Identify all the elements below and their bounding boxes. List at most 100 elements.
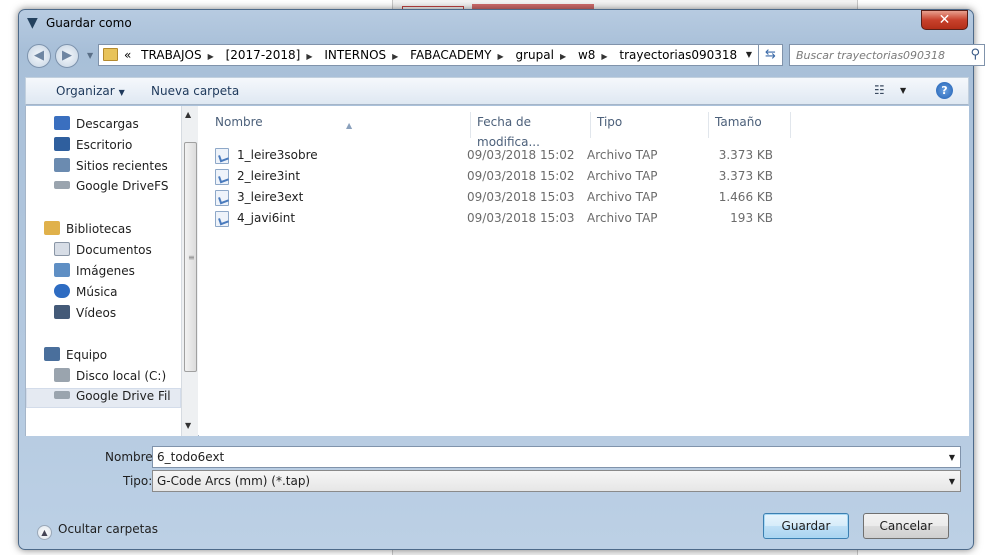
filename-input[interactable]: 6_todo6ext ▼ xyxy=(152,446,961,468)
chevron-right-icon[interactable]: ▶ xyxy=(392,52,398,61)
history-dropdown-icon[interactable]: ▼ xyxy=(87,51,93,60)
view-dropdown-icon[interactable]: ▼ xyxy=(900,86,906,95)
sidebar-item-libraries[interactable]: Bibliotecas xyxy=(44,221,131,241)
search-box: ⚲ xyxy=(789,44,985,66)
column-header-name[interactable]: Nombre ▲ xyxy=(209,112,471,138)
sidebar-item-label: Disco local (C:) xyxy=(76,369,167,383)
drive-icon xyxy=(54,181,70,189)
documents-icon xyxy=(54,242,70,256)
column-header-type[interactable]: Tipo xyxy=(591,112,709,138)
file-type: Archivo TAP xyxy=(587,148,658,162)
filetype-select[interactable]: G-Code Arcs (mm) (*.tap) ▼ xyxy=(152,470,961,492)
file-row[interactable]: 4_javi6int 09/03/2018 15:03 Archivo TAP … xyxy=(215,209,815,229)
app-icon: ▼ xyxy=(27,15,38,31)
breadcrumb-item[interactable]: FABACADEMY xyxy=(410,48,491,62)
navigation-scrollbar[interactable]: ▲ ≡ ▼ xyxy=(181,106,198,436)
organize-menu[interactable]: Organizar ▼ xyxy=(56,84,125,98)
chevron-up-icon: ▲ xyxy=(37,525,52,540)
sidebar-item-google-drive[interactable]: Google Drive Fil xyxy=(26,388,181,408)
sidebar-item-label: Música xyxy=(76,285,118,299)
navigation-pane: Descargas Escritorio Sitios recientes Go… xyxy=(26,106,181,436)
sidebar-item-recent[interactable]: Sitios recientes xyxy=(54,158,168,178)
sidebar-item-computer[interactable]: Equipo xyxy=(44,347,107,367)
sidebar-item-desktop[interactable]: Escritorio xyxy=(54,137,132,157)
breadcrumb-item[interactable]: w8 xyxy=(578,48,595,62)
address-bar[interactable]: « TRABAJOS ▶ [2017-2018] ▶ INTERNOS ▶ FABAC… xyxy=(98,44,759,66)
refresh-button[interactable]: ⇆ xyxy=(759,44,783,66)
cancel-button[interactable]: Cancelar xyxy=(863,513,949,539)
folder-icon xyxy=(103,48,118,61)
nav-buttons: ◀ ▶ xyxy=(27,43,87,69)
file-row[interactable]: 1_leire3sobre 09/03/2018 15:02 Archivo T… xyxy=(215,146,815,166)
sort-ascending-icon: ▲ xyxy=(346,121,353,130)
refresh-icon: ⇆ xyxy=(765,47,776,62)
chevron-right-icon[interactable]: ▶ xyxy=(560,52,566,61)
disk-icon xyxy=(54,368,70,382)
recent-icon xyxy=(54,158,70,172)
breadcrumb-item[interactable]: grupal xyxy=(515,48,553,62)
chevron-down-icon[interactable]: ▼ xyxy=(949,453,955,462)
tap-file-icon xyxy=(215,211,229,227)
scroll-thumb[interactable]: ≡ xyxy=(184,142,197,372)
column-header-date[interactable]: Fecha de modifica... xyxy=(471,112,591,149)
organize-label: Organizar xyxy=(56,84,115,98)
scroll-up-icon[interactable]: ▲ xyxy=(185,110,191,119)
sidebar-item-label: Google Drive Fil xyxy=(76,389,171,403)
forward-arrow-icon: ▶ xyxy=(62,48,72,63)
search-input[interactable] xyxy=(794,47,959,63)
sidebar-item-downloads[interactable]: Descargas xyxy=(54,116,139,136)
videos-icon xyxy=(54,305,70,319)
address-dropdown-icon[interactable]: ▼ xyxy=(746,50,752,59)
hide-folders-button[interactable]: ▲ Ocultar carpetas xyxy=(37,522,158,540)
file-name: 2_leire3int xyxy=(237,169,301,183)
filename-label: Nombre: xyxy=(105,450,157,464)
chevron-right-icon[interactable]: ▶ xyxy=(306,52,312,61)
sidebar-item-documents[interactable]: Documentos xyxy=(54,242,152,262)
sidebar-item-videos[interactable]: Vídeos xyxy=(54,305,116,325)
search-icon[interactable]: ⚲ xyxy=(970,47,980,62)
file-name: 1_leire3sobre xyxy=(237,148,318,162)
sidebar-item-music[interactable]: Música xyxy=(54,284,118,304)
content-panes: Descargas Escritorio Sitios recientes Go… xyxy=(25,106,969,436)
sidebar-item-label: Google DriveFS xyxy=(76,179,169,193)
sidebar-item-local-disk[interactable]: Disco local (C:) xyxy=(54,368,166,388)
tap-file-icon xyxy=(215,148,229,164)
help-icon[interactable]: ? xyxy=(936,82,953,99)
grip-icon: ≡ xyxy=(188,253,195,262)
desktop-icon xyxy=(54,137,70,151)
chevron-right-icon[interactable]: ▶ xyxy=(601,52,607,61)
save-form: Nombre: 6_todo6ext ▼ Tipo: G-Code Arcs (… xyxy=(25,436,969,546)
save-as-dialog: ▼ Guardar como ✕ ◀ ▶ ▼ « TRABAJOS ▶ [2017… xyxy=(18,9,985,550)
chevron-right-icon[interactable]: ▶ xyxy=(208,52,214,61)
column-header-size[interactable]: Tamaño xyxy=(709,112,791,138)
chevron-right-icon[interactable]: ▶ xyxy=(498,52,504,61)
new-folder-button[interactable]: Nueva carpeta xyxy=(151,84,239,98)
breadcrumb-item[interactable]: trayectorias090318 xyxy=(619,48,737,62)
save-button[interactable]: Guardar xyxy=(763,513,849,539)
breadcrumb-item[interactable]: TRABAJOS xyxy=(141,48,201,62)
window-title: Guardar como xyxy=(46,16,132,30)
file-date: 09/03/2018 15:02 xyxy=(467,169,575,183)
forward-button[interactable]: ▶ xyxy=(55,44,79,68)
sidebar-item-label: Documentos xyxy=(76,243,152,257)
back-button[interactable]: ◀ xyxy=(27,44,51,68)
sidebar-item-pictures[interactable]: Imágenes xyxy=(54,263,135,283)
file-type: Archivo TAP xyxy=(587,211,658,225)
filename-value: 6_todo6ext xyxy=(157,450,225,464)
file-size: 193 KB xyxy=(730,211,773,225)
breadcrumb-overflow[interactable]: « xyxy=(124,48,131,62)
command-bar: Organizar ▼ Nueva carpeta ☷ ▼ ? xyxy=(25,77,969,105)
scroll-down-icon[interactable]: ▼ xyxy=(185,421,191,430)
breadcrumb-item[interactable]: INTERNOS xyxy=(324,48,386,62)
close-button[interactable]: ✕ xyxy=(921,10,968,30)
file-size: 3.373 KB xyxy=(718,169,773,183)
address-row: ◀ ▶ ▼ « TRABAJOS ▶ [2017-2018] ▶ INTERNOS ▶… xyxy=(25,43,985,69)
back-arrow-icon: ◀ xyxy=(34,48,44,63)
sidebar-item-google-drivefs[interactable]: Google DriveFS xyxy=(54,179,168,199)
file-row[interactable]: 3_leire3ext 09/03/2018 15:03 Archivo TAP… xyxy=(215,188,815,208)
view-options-icon[interactable]: ☷ xyxy=(874,83,885,97)
pictures-icon xyxy=(54,263,70,277)
breadcrumb-item[interactable]: [2017-2018] xyxy=(226,48,301,62)
file-row[interactable]: 2_leire3int 09/03/2018 15:02 Archivo TAP… xyxy=(215,167,815,187)
music-icon xyxy=(54,284,70,298)
